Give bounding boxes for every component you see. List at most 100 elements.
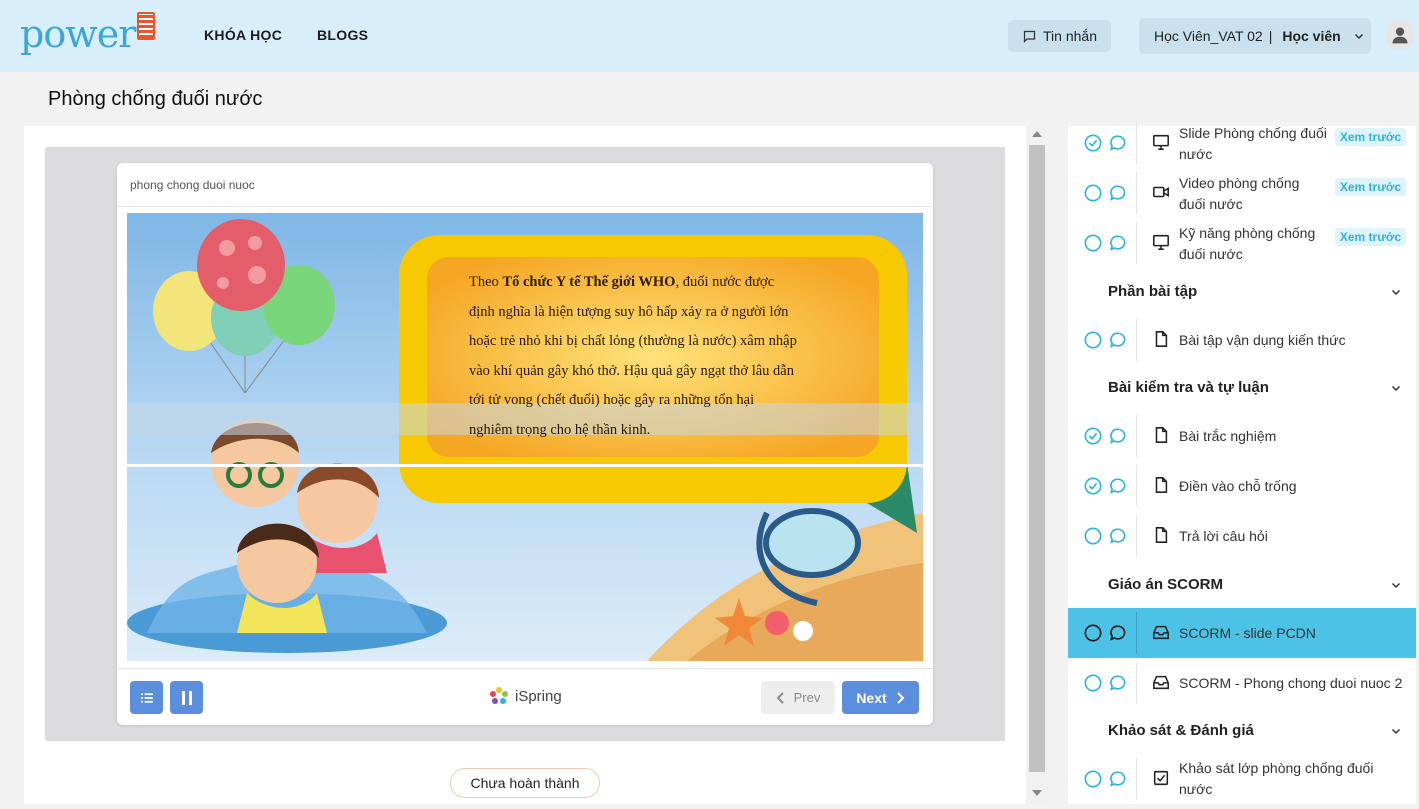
incomplete-circle-icon: [1084, 624, 1102, 642]
user-separator: |: [1268, 28, 1273, 44]
completed-check-icon: [1084, 477, 1102, 495]
lesson-item[interactable]: Slide Phòng chống đuối nước Xem trước: [1068, 118, 1416, 168]
divider: [117, 668, 933, 669]
lesson-item[interactable]: Trả lời câu hỏi: [1068, 511, 1416, 561]
user-menu-button[interactable]: Học Viên_VAT 02 | Học viên: [1139, 18, 1371, 54]
messages-button[interactable]: Tin nhắn: [1008, 20, 1111, 52]
monitor-icon: [1153, 134, 1169, 150]
power5-logo[interactable]: power: [20, 10, 156, 54]
divider: [1136, 172, 1137, 214]
comment-icon[interactable]: [1109, 234, 1127, 252]
lesson-title: Video phòng chống đuối nước: [1179, 175, 1300, 212]
outline-button[interactable]: [130, 681, 163, 714]
prev-button[interactable]: Prev: [761, 681, 835, 714]
comment-icon[interactable]: [1109, 527, 1127, 545]
lesson-item[interactable]: Kỹ năng phòng chống đuối nước Xem trước: [1068, 218, 1416, 268]
lesson-title: SCORM - Phong chong duoi nuoc 2: [1179, 675, 1403, 691]
divider: [1136, 758, 1137, 800]
divider: [1136, 415, 1137, 457]
slide-text-line: hoặc trẻ nhỏ khi bị chất lỏng (thường là…: [469, 333, 797, 349]
slide-text-line: tới tử vong (chết đuối) hoặc gây ra nhữn…: [469, 392, 755, 408]
ispring-brand: iSpring: [489, 686, 562, 706]
scroll-up-arrow-icon[interactable]: [1032, 131, 1042, 137]
lesson-title: SCORM - slide PCDN: [1179, 625, 1316, 641]
lesson-item[interactable]: SCORM - Phong chong duoi nuoc 2: [1068, 658, 1416, 708]
lesson-item-active[interactable]: SCORM - slide PCDN: [1068, 608, 1416, 658]
comment-icon[interactable]: [1109, 184, 1127, 202]
pause-icon: [181, 690, 192, 705]
lesson-item[interactable]: Bài trắc nghiệm: [1068, 411, 1416, 461]
document-icon: [1155, 331, 1168, 347]
slide-canvas[interactable]: Theo Tổ chức Y tế Thế giới WHO, đuối nướ…: [127, 213, 923, 661]
section-header[interactable]: Bài kiểm tra và tự luận: [1108, 379, 1408, 399]
pause-button[interactable]: [170, 681, 203, 714]
monitor-icon: [1153, 234, 1169, 250]
comment-icon[interactable]: [1109, 134, 1127, 152]
preview-badge[interactable]: Xem trước: [1335, 228, 1406, 246]
comment-icon[interactable]: [1109, 770, 1127, 788]
lesson-title: Slide Phòng chống đuối nước: [1179, 125, 1327, 162]
list-icon: [140, 692, 153, 703]
chevron-down-icon: [1391, 289, 1401, 296]
incomplete-circle-icon: [1084, 770, 1102, 788]
inbox-icon: [1153, 625, 1169, 640]
divider: [1136, 515, 1137, 557]
comment-icon[interactable]: [1109, 674, 1127, 692]
prev-label: Prev: [793, 690, 821, 705]
nav-blogs[interactable]: BLOGS: [317, 27, 368, 43]
lesson-item[interactable]: Khảo sát lớp phòng chống đuối nước: [1068, 754, 1416, 804]
divider: [117, 206, 933, 207]
preview-badge[interactable]: Xem trước: [1335, 178, 1406, 196]
slide-text-line: định nghĩa là hiện tượng suy hô hấp xảy …: [469, 303, 789, 320]
section-header[interactable]: Khảo sát & Đánh giá: [1108, 722, 1408, 742]
chevron-down-icon: [1391, 385, 1401, 392]
section-title: Giáo án SCORM: [1108, 576, 1224, 593]
next-button[interactable]: Next: [842, 681, 919, 714]
next-label: Next: [856, 689, 887, 706]
user-icon: [1392, 27, 1408, 44]
user-role: Học viên: [1282, 28, 1341, 44]
preview-badge[interactable]: Xem trước: [1335, 128, 1406, 146]
incomplete-circle-icon: [1084, 527, 1102, 545]
scroll-down-arrow-icon[interactable]: [1032, 790, 1042, 796]
lesson-item[interactable]: Bài tập vận dụng kiến thức: [1068, 315, 1416, 365]
logo-mark-icon: [137, 12, 156, 40]
lesson-item[interactable]: Điền vào chỗ trống: [1068, 461, 1416, 511]
completion-status-button[interactable]: Chưa hoàn thành: [450, 768, 600, 798]
comment-icon[interactable]: [1109, 624, 1127, 642]
lesson-title: Bài trắc nghiệm: [1179, 428, 1277, 444]
comment-icon[interactable]: [1109, 427, 1127, 445]
lesson-item[interactable]: Video phòng chống đuối nước Xem trước: [1068, 168, 1416, 218]
divider: [1136, 465, 1137, 507]
document-icon: [1155, 477, 1168, 493]
divider: [1136, 612, 1137, 654]
section-header[interactable]: Phần bài tập: [1108, 283, 1408, 303]
divider: [1136, 122, 1137, 164]
checkbox-icon: [1153, 770, 1169, 786]
divider: [1136, 319, 1137, 361]
chat-icon: [1023, 30, 1036, 43]
incomplete-circle-icon: [1084, 184, 1102, 202]
comment-icon[interactable]: [1109, 331, 1127, 349]
incomplete-circle-icon: [1084, 331, 1102, 349]
lesson-title: Trả lời câu hỏi: [1179, 528, 1268, 544]
slide-text: Theo Tổ chức Y tế Thế giới WHO, đuối nướ…: [469, 268, 845, 445]
nav-khoa-hoc[interactable]: KHÓA HỌC: [204, 27, 282, 43]
chevron-down-icon: [1354, 33, 1363, 40]
chevron-left-icon: [776, 691, 784, 704]
lesson-title: Kỹ năng phòng chống đuối nước: [1179, 225, 1316, 262]
avatar[interactable]: [1385, 20, 1415, 50]
section-title: Khảo sát & Đánh giá: [1108, 722, 1254, 739]
slide-text-bold: Tổ chức Y tế Thế giới WHO: [502, 274, 676, 290]
comment-icon[interactable]: [1109, 477, 1127, 495]
scrollbar-thumb[interactable]: [1029, 145, 1045, 772]
messages-label: Tin nhắn: [1043, 28, 1097, 44]
page-title: Phòng chống đuối nước: [48, 88, 263, 110]
incomplete-circle-icon: [1084, 674, 1102, 692]
inbox-icon: [1153, 675, 1169, 690]
completed-check-icon: [1084, 134, 1102, 152]
section-header[interactable]: Giáo án SCORM: [1108, 576, 1408, 596]
slide-text-line: , đuối nước được: [675, 274, 775, 290]
lesson-title: Bài tập vận dụng kiến thức: [1179, 332, 1346, 348]
slide-text-line: vào khí quản gây khó thở. Hậu quả gây ng…: [469, 362, 794, 379]
